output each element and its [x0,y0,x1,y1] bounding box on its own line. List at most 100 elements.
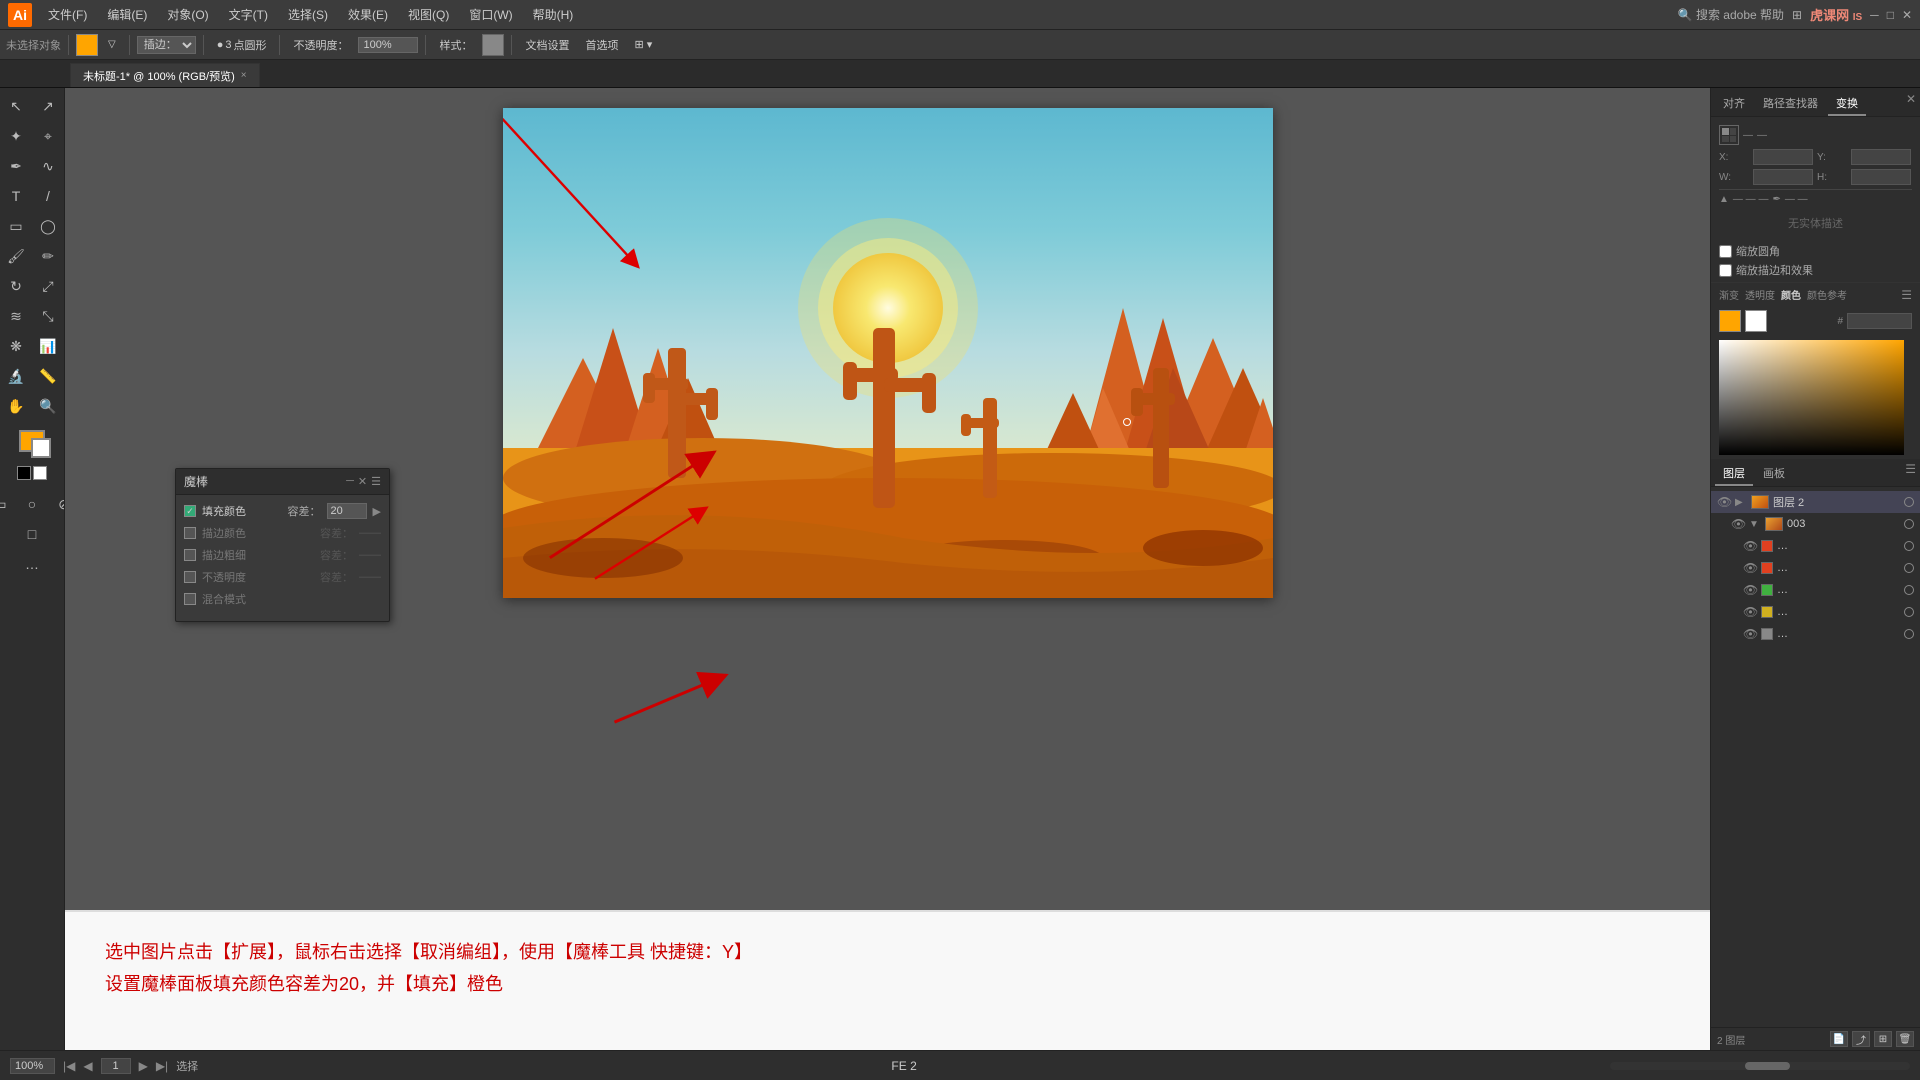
last-page-btn[interactable]: ▶| [156,1059,168,1073]
pencil-tool[interactable]: ✏ [33,242,63,270]
page-input[interactable] [101,1058,131,1074]
background-swatch-right[interactable] [1745,310,1767,332]
white-swatch[interactable] [33,466,47,480]
stroke-width-checkbox[interactable] [184,549,196,561]
layer-color-5[interactable]: 👁 … [1711,623,1920,645]
layer-c5-eye[interactable]: 👁 [1743,627,1757,641]
prev-page-btn[interactable]: ◀ [83,1059,92,1073]
fill-mode-icon[interactable]: ▭ [0,490,15,518]
x-input[interactable] [1753,149,1813,165]
selection-tool[interactable]: ↖ [1,92,31,120]
direct-select-tool[interactable]: ↗ [33,92,63,120]
scale-corners-checkbox[interactable] [1719,245,1732,258]
color-gradient-picker[interactable] [1719,340,1904,455]
edit-mode-icon[interactable]: □ [17,520,47,548]
style-box[interactable] [482,34,504,56]
rect-tool[interactable]: ▭ [1,212,31,240]
more-tools-icon[interactable]: … [17,550,47,578]
zoom-input[interactable] [10,1058,55,1074]
black-swatch[interactable] [17,466,31,480]
menu-view[interactable]: 视图(Q) [400,4,457,25]
layer-options-btn[interactable]: ⊞ [1874,1031,1892,1047]
layer-row-003[interactable]: 👁 ▼ 003 [1711,513,1920,535]
tab-transform[interactable]: 变换 [1828,92,1866,116]
hex-color-input[interactable]: EF9D2E [1847,313,1912,329]
panel-minimize[interactable]: ─ [346,475,354,488]
layer-2-eye[interactable]: 👁 [1717,495,1731,509]
stroke-mode-icon[interactable]: ○ [17,490,47,518]
warp-tool[interactable]: ≋ [1,302,31,330]
tab-close-btn[interactable]: × [241,70,247,81]
w-input[interactable] [1753,169,1813,185]
lasso-tool[interactable]: ⌖ [33,122,63,150]
layer-2-arrow[interactable]: ▶ [1735,497,1747,508]
right-panel-close[interactable]: ✕ [1906,92,1916,116]
horizontal-scrollbar[interactable] [1610,1062,1910,1070]
window-maximize[interactable]: □ [1887,8,1894,22]
menu-effect[interactable]: 效果(E) [340,4,396,25]
layer-c2-eye[interactable]: 👁 [1743,561,1757,575]
foreground-swatch-right[interactable] [1719,310,1741,332]
layers-panel-menu[interactable]: ☰ [1905,462,1916,486]
tolerance-expand-btn[interactable]: ▶ [373,505,381,518]
layer-c1-eye[interactable]: 👁 [1743,539,1757,553]
new-layer-btn[interactable]: 📄 [1830,1031,1848,1047]
hand-tool[interactable]: ✋ [1,392,31,420]
menu-edit[interactable]: 编辑(E) [99,4,155,25]
y-input[interactable] [1851,149,1911,165]
menu-help[interactable]: 帮助(H) [525,4,582,25]
menu-file[interactable]: 文件(F) [40,4,95,25]
fill-color-checkbox[interactable]: ✓ [184,505,196,517]
fill-color-box[interactable] [76,34,98,56]
scale-tool[interactable]: ⤢ [33,272,63,300]
menu-window[interactable]: 窗口(W) [461,4,520,25]
stroke-color-checkbox[interactable] [184,527,196,539]
menu-select[interactable]: 选择(S) [280,4,336,25]
h-input[interactable] [1851,169,1911,185]
eyedropper-tool[interactable]: 🔬 [1,362,31,390]
layer-color-3[interactable]: 👁 … [1711,579,1920,601]
tolerance-input[interactable] [327,503,367,519]
rotate-tool[interactable]: ↻ [1,272,31,300]
curvature-tool[interactable]: ∿ [33,152,63,180]
foreground-color-swatch[interactable] [19,430,45,452]
free-transform-tool[interactable]: ⤡ [33,302,63,330]
first-page-btn[interactable]: |◀ [63,1059,75,1073]
line-tool[interactable]: / [33,182,63,210]
column-graph-tool[interactable]: 📊 [33,332,63,360]
panel-menu-btn[interactable]: ☰ [371,475,381,488]
layer-color-4[interactable]: 👁 … [1711,601,1920,623]
window-minimize[interactable]: ─ [1870,8,1879,22]
opacity-checkbox[interactable] [184,571,196,583]
artboard-tab[interactable]: 画板 [1755,462,1793,486]
doc-settings-btn[interactable]: 文档设置 [519,35,575,55]
layer-row-2[interactable]: 👁 ▶ 图层 2 [1711,491,1920,513]
background-color-swatch[interactable] [31,438,51,458]
none-mode-icon[interactable]: ⊘ [49,490,65,518]
layers-tab[interactable]: 图层 [1715,462,1753,486]
layer-c3-eye[interactable]: 👁 [1743,583,1757,597]
canvas-container[interactable]: 魔棒 ─ ✕ ☰ ✓ 填充颜色 容差： ▶ [65,88,1710,910]
ellipse-tool[interactable]: ◯ [33,212,63,240]
menu-text[interactable]: 文字(T) [221,4,276,25]
stroke-indicator[interactable]: ▽ [102,37,122,52]
brush-type-select[interactable]: 插边： [137,36,196,54]
color-panel-menu[interactable]: ☰ [1901,288,1912,302]
layer-003-eye[interactable]: 👁 [1731,517,1745,531]
blend-mode-checkbox[interactable] [184,593,196,605]
document-tab[interactable]: 未标题-1* @ 100% (RGB/预览) × [70,63,260,87]
menu-object[interactable]: 对象(O) [159,4,216,25]
symbol-sprayer-tool[interactable]: ❋ [1,332,31,360]
layer-c4-eye[interactable]: 👁 [1743,605,1757,619]
tab-pathfinder[interactable]: 路径查找器 [1755,92,1826,116]
arrange-btn[interactable]: ⊞ ▾ [628,36,658,53]
layer-003-arrow[interactable]: ▼ [1749,519,1761,530]
layer-color-1[interactable]: 👁 … [1711,535,1920,557]
zoom-tool[interactable]: 🔍 [33,392,63,420]
layer-color-2[interactable]: 👁 … [1711,557,1920,579]
panel-close[interactable]: ✕ [358,475,367,488]
brush-tool[interactable]: 🖌 [1,242,31,270]
next-page-btn[interactable]: ▶ [139,1059,148,1073]
preferences-btn[interactable]: 首选项 [579,35,624,55]
pen-tool[interactable]: ✒ [1,152,31,180]
